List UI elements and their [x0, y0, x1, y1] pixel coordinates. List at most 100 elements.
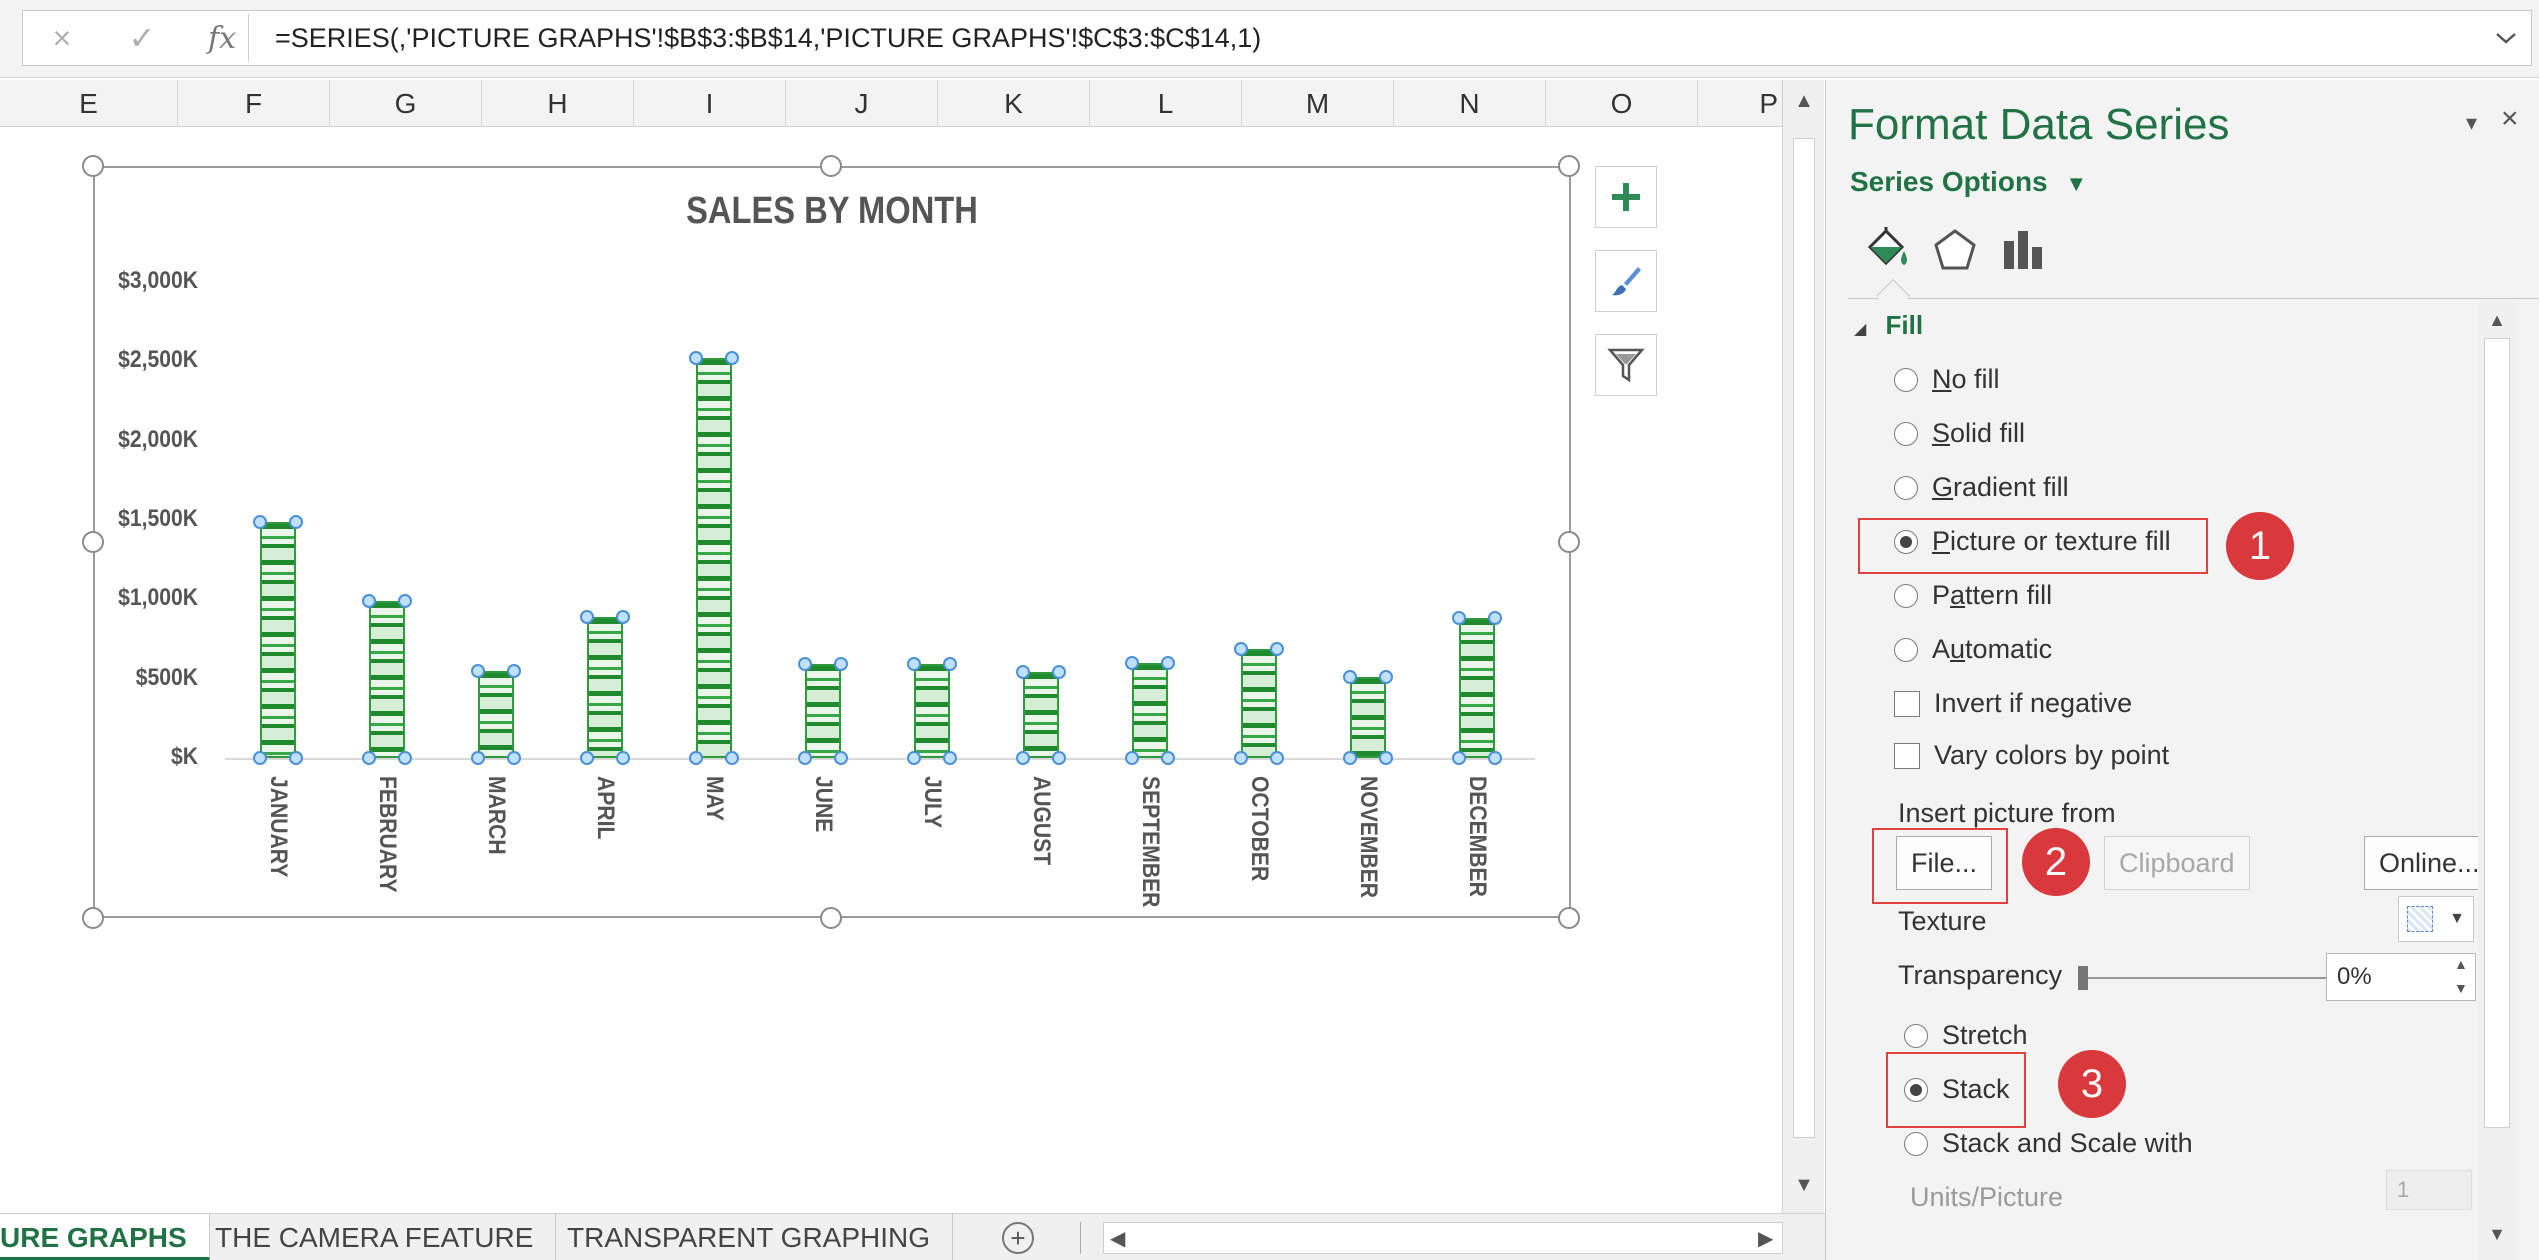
stack-radio[interactable]	[1904, 1077, 1928, 1102]
column-header-k[interactable]: K	[938, 80, 1090, 127]
column-header-m[interactable]: M	[1242, 80, 1394, 127]
selection-handle[interactable]	[1343, 670, 1357, 685]
series-options-tab[interactable]	[1996, 220, 2050, 280]
bar[interactable]	[260, 521, 296, 758]
scroll-up-arrow-icon[interactable]: ▲	[2484, 310, 2510, 331]
solid-fill-radio[interactable]	[1894, 421, 1918, 446]
bar[interactable]	[1350, 677, 1386, 758]
automatic-fill-radio[interactable]	[1894, 637, 1918, 662]
stack-option[interactable]: Stack	[1904, 1074, 2010, 1105]
bar[interactable]	[369, 600, 405, 758]
scroll-up-arrow-icon[interactable]: ▲	[1791, 88, 1817, 114]
chart-styles-button[interactable]	[1595, 250, 1657, 312]
fill-section-header[interactable]: ◢ Fill	[1854, 310, 1923, 341]
scroll-down-arrow-icon[interactable]: ▼	[2484, 1224, 2510, 1245]
vertical-scrollbar[interactable]: ▲ ▼	[1782, 80, 1824, 1213]
column-header-l[interactable]: L	[1090, 80, 1242, 127]
stretch-option[interactable]: Stretch	[1904, 1020, 2028, 1051]
bar[interactable]	[1023, 672, 1059, 758]
chart-elements-button[interactable]	[1595, 166, 1657, 228]
column-header-e[interactable]: E	[0, 80, 178, 127]
resize-handle[interactable]	[820, 155, 842, 177]
selection-handle[interactable]	[471, 751, 485, 765]
column-header-n[interactable]: N	[1394, 80, 1546, 127]
transparency-slider-thumb[interactable]	[2078, 966, 2088, 990]
new-sheet-plus-icon[interactable]: +	[1002, 1222, 1034, 1254]
fill-line-tab[interactable]	[1860, 220, 1914, 280]
column-header-i[interactable]: I	[634, 80, 786, 127]
selection-handle[interactable]	[1452, 751, 1466, 765]
scroll-left-arrow-icon[interactable]: ◀	[1110, 1226, 1125, 1251]
pattern-fill-option[interactable]: Pattern fill	[1894, 580, 2052, 611]
bar[interactable]	[805, 664, 841, 758]
chevron-down-icon[interactable]	[2481, 10, 2531, 66]
spin-up-icon[interactable]: ▲	[2454, 956, 2468, 972]
selection-handle[interactable]	[616, 751, 630, 765]
units-picture-input[interactable]: 1	[2386, 1170, 2472, 1210]
enter-icon[interactable]: ✓	[102, 10, 182, 66]
selection-handle[interactable]	[1125, 751, 1139, 765]
selection-handle[interactable]	[580, 751, 594, 765]
selection-handle[interactable]	[689, 751, 703, 765]
resize-handle[interactable]	[82, 531, 104, 553]
stack-scale-option[interactable]: Stack and Scale with	[1904, 1128, 2193, 1159]
chart-filters-button[interactable]	[1595, 334, 1657, 396]
pattern-fill-radio[interactable]	[1894, 583, 1918, 608]
sheet-tab-transparent-graphing[interactable]: TRANSPARENT GRAPHING	[545, 1214, 954, 1260]
effects-tab[interactable]	[1928, 220, 1982, 280]
sheet-tab-camera-feature[interactable]: THE CAMERA FEATURE	[193, 1214, 557, 1260]
column-header-h[interactable]: H	[482, 80, 634, 127]
bar[interactable]	[1459, 618, 1495, 758]
resize-handle[interactable]	[1558, 155, 1580, 177]
gradient-fill-option[interactable]: Gradient fill	[1894, 472, 2069, 503]
scroll-down-arrow-icon[interactable]: ▼	[1791, 1172, 1817, 1198]
resize-handle[interactable]	[820, 907, 842, 929]
vary-colors-option[interactable]: Vary colors by point	[1894, 740, 2169, 771]
selection-handle[interactable]	[1161, 751, 1175, 765]
file-button[interactable]: File...	[1896, 836, 1993, 890]
tab-split-divider[interactable]	[1080, 1222, 1081, 1254]
selection-handle[interactable]	[1234, 641, 1248, 656]
selection-handle[interactable]	[398, 751, 412, 765]
no-fill-option[interactable]: No fill	[1894, 364, 2000, 395]
selection-handle[interactable]	[943, 751, 957, 765]
selection-handle[interactable]	[289, 751, 303, 765]
selection-handle[interactable]	[1052, 751, 1066, 765]
selection-handle[interactable]	[253, 751, 267, 765]
selection-handle[interactable]	[834, 751, 848, 765]
horizontal-scrollbar[interactable]	[1103, 1222, 1783, 1254]
vary-colors-checkbox[interactable]	[1894, 742, 1920, 769]
selection-handle[interactable]	[1234, 751, 1248, 765]
bar[interactable]	[696, 358, 732, 758]
column-header-g[interactable]: G	[330, 80, 482, 127]
selection-handle[interactable]	[907, 751, 921, 765]
scrollbar-thumb[interactable]	[1793, 138, 1815, 1138]
resize-handle[interactable]	[1558, 907, 1580, 929]
pane-options-chevron-icon[interactable]: ▾	[2466, 110, 2477, 136]
selection-handle[interactable]	[1343, 751, 1357, 765]
automatic-fill-option[interactable]: Automatic	[1894, 634, 2052, 665]
bar[interactable]	[1132, 662, 1168, 758]
resize-handle[interactable]	[1558, 531, 1580, 553]
selection-handle[interactable]	[580, 609, 594, 624]
pane-scrollbar-thumb[interactable]	[2484, 338, 2510, 1128]
selection-handle[interactable]	[1161, 655, 1175, 670]
stretch-radio[interactable]	[1904, 1023, 1928, 1048]
selection-handle[interactable]	[1016, 751, 1030, 765]
selection-handle[interactable]	[1270, 751, 1284, 765]
selection-handle[interactable]	[1379, 670, 1393, 685]
selection-handle[interactable]	[1270, 641, 1284, 656]
column-header-f[interactable]: F	[178, 80, 330, 127]
selection-handle[interactable]	[616, 609, 630, 624]
solid-fill-option[interactable]: Solid fill	[1894, 418, 2025, 449]
selection-handle[interactable]	[1125, 655, 1139, 670]
bar[interactable]	[587, 616, 623, 758]
column-header-o[interactable]: O	[1546, 80, 1698, 127]
stack-scale-radio[interactable]	[1904, 1131, 1928, 1156]
column-header-j[interactable]: J	[786, 80, 938, 127]
selection-handle[interactable]	[725, 751, 739, 765]
invert-if-negative-checkbox[interactable]	[1894, 690, 1920, 717]
no-fill-radio[interactable]	[1894, 367, 1918, 392]
spin-down-icon[interactable]: ▼	[2454, 980, 2468, 996]
pane-scrollbar[interactable]: ▲ ▼	[2478, 302, 2516, 1260]
